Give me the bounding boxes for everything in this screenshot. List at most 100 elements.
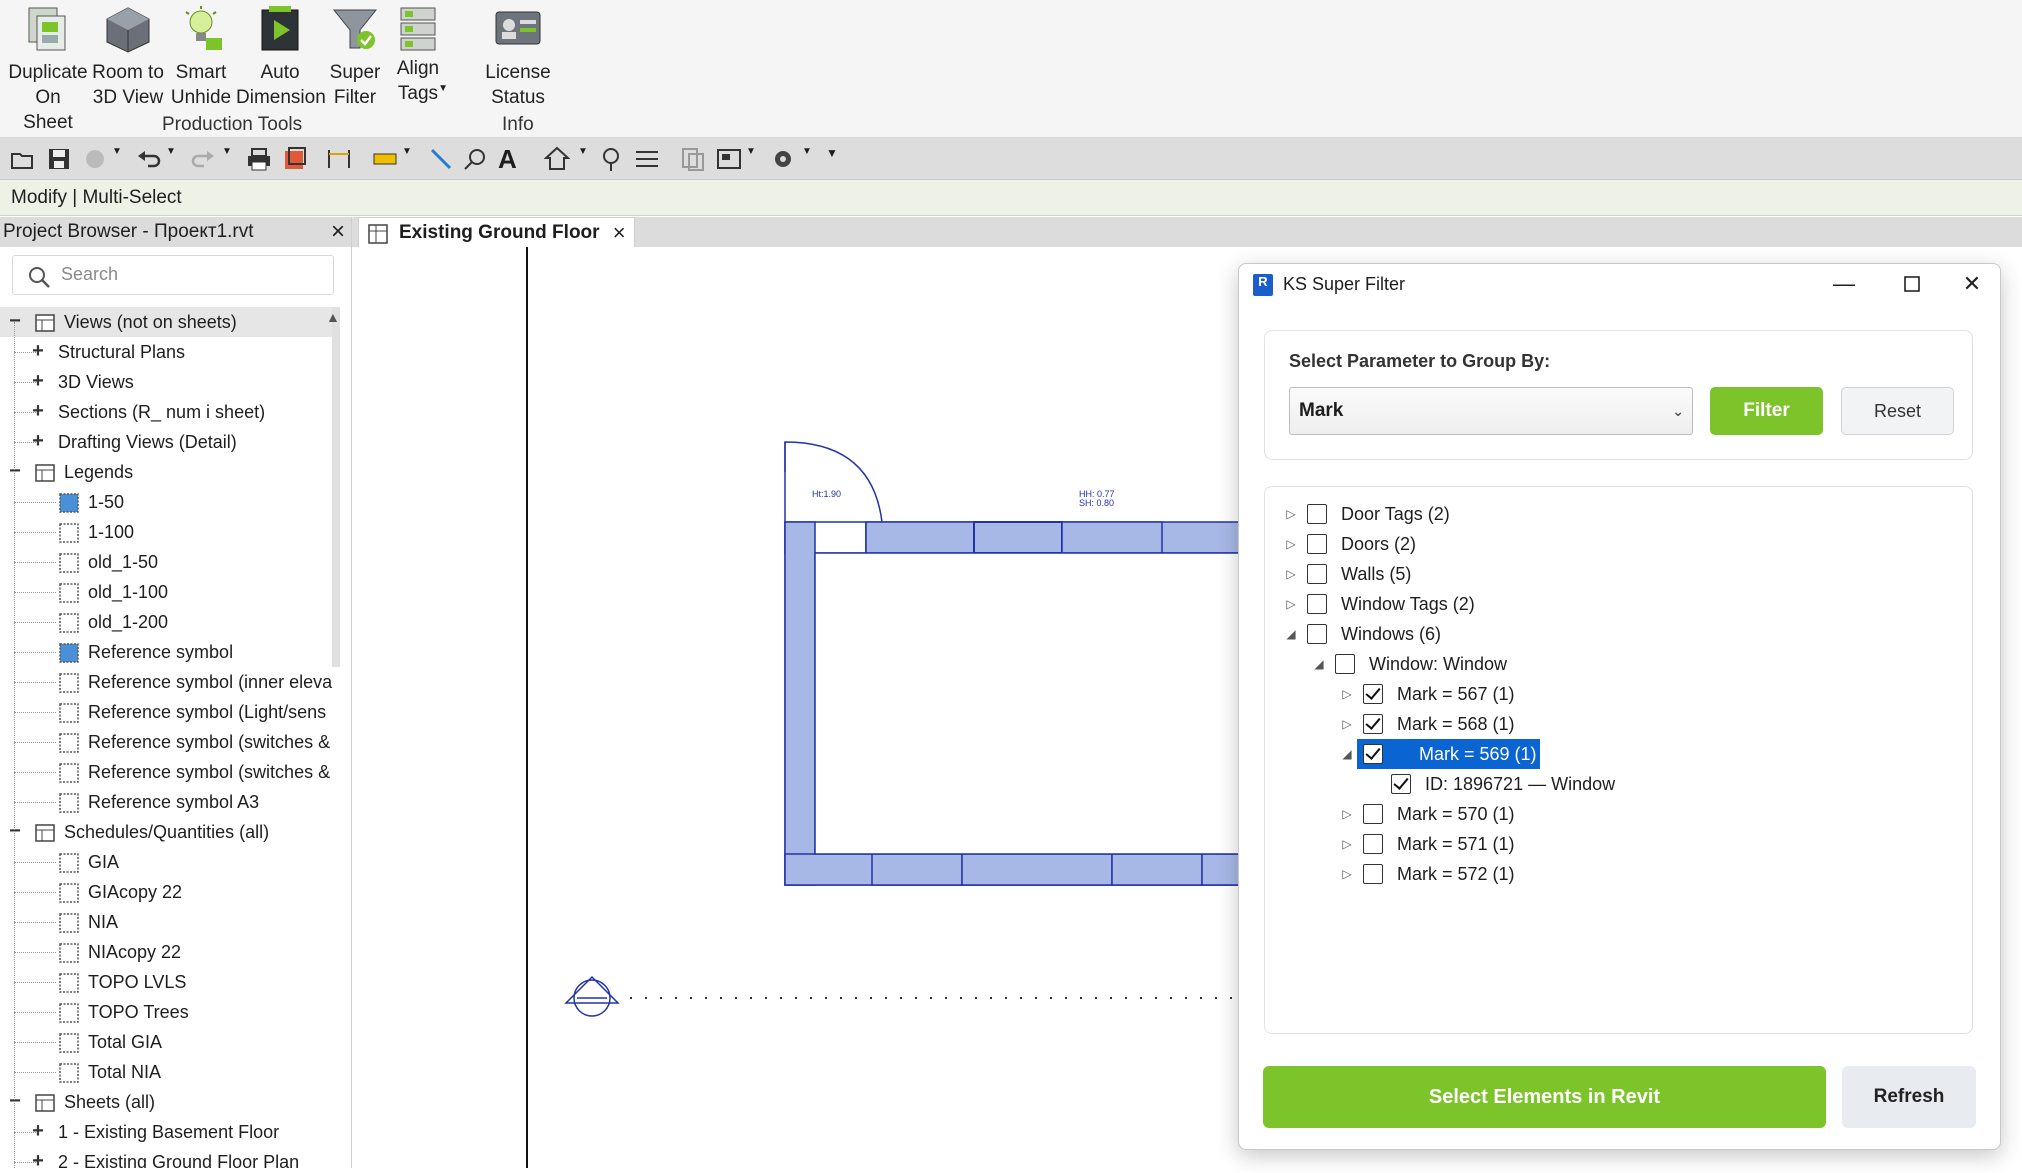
tree-item[interactable]: Total GIA	[0, 1027, 336, 1057]
expand-arrow-icon[interactable]: ▷	[1341, 799, 1353, 829]
tree-item[interactable]: TOPO Trees	[0, 997, 336, 1027]
tree-item[interactable]: + Sections (R_ num i sheet)	[0, 397, 336, 427]
checkbox[interactable]	[1307, 504, 1327, 524]
customize-toolbar-icon[interactable]: ▼	[826, 146, 844, 172]
tab-existing-ground-floor[interactable]: Existing Ground Floor ×	[358, 217, 635, 247]
checkbox[interactable]	[1363, 714, 1383, 734]
group-by-dropdown[interactable]: Mark ⌄	[1289, 387, 1693, 435]
select-elements-button[interactable]: Select Elements in Revit	[1263, 1066, 1826, 1128]
collapse-toggle-icon[interactable]: −	[8, 817, 22, 847]
scrollbar[interactable]	[332, 307, 340, 667]
sync-icon[interactable]	[82, 146, 108, 172]
filter-tree-row[interactable]: ▷ Door Tags (2)	[1285, 499, 1885, 529]
expand-toggle-icon[interactable]: +	[31, 427, 45, 457]
super-filter-button[interactable]: Super Filter	[328, 4, 382, 110]
checkbox[interactable]	[1363, 804, 1383, 824]
close-icon[interactable]: ×	[331, 217, 345, 247]
tree-item[interactable]: Reference symbol (switches &	[0, 727, 336, 757]
tree-item[interactable]: + Structural Plans	[0, 337, 336, 367]
expand-arrow-icon[interactable]: ▷	[1341, 829, 1353, 859]
filter-tree-row[interactable]: ◢ Windows (6)	[1285, 619, 1885, 649]
ruler-icon[interactable]	[372, 146, 398, 172]
expand-toggle-icon[interactable]: +	[31, 367, 45, 397]
filter-tree-row[interactable]: ID: 1896721 — Window	[1369, 769, 1969, 799]
checkbox[interactable]	[1335, 654, 1355, 674]
tree-item[interactable]: +3D Views	[0, 367, 336, 397]
close-hidden-icon[interactable]	[680, 146, 706, 172]
filter-tree-row[interactable]: ▷ Mark = 571 (1)	[1341, 829, 1941, 859]
chevron-down-icon[interactable]: ▼	[802, 146, 816, 172]
tree-item[interactable]: − Sheets (all)	[0, 1087, 336, 1117]
chevron-down-icon[interactable]: ▼	[578, 146, 592, 172]
tree-item[interactable]: Reference symbol (inner eleva	[0, 667, 336, 697]
expand-arrow-icon[interactable]: ▷	[1341, 859, 1353, 889]
duplicate-on-sheet-button[interactable]: Duplicate On Sheet	[8, 4, 88, 135]
tree-item[interactable]: +1 - Existing Basement Floor	[0, 1117, 336, 1147]
filter-tree-row[interactable]: ◢ Window: Window	[1313, 649, 1913, 679]
filter-button[interactable]: Filter	[1710, 387, 1823, 435]
settings-icon[interactable]	[770, 146, 796, 172]
checkbox[interactable]	[1307, 534, 1327, 554]
chevron-down-icon[interactable]: ▼	[166, 146, 180, 172]
pin-icon[interactable]	[598, 146, 624, 172]
sheet-list-icon[interactable]	[282, 146, 308, 172]
checkbox[interactable]	[1363, 834, 1383, 854]
tree-item[interactable]: NIA	[0, 907, 336, 937]
collapse-arrow-icon[interactable]: ◢	[1313, 649, 1325, 679]
checkbox[interactable]	[1307, 594, 1327, 614]
collapse-toggle-icon[interactable]: −	[8, 307, 22, 337]
filter-tree-row[interactable]: ▷ Mark = 570 (1)	[1341, 799, 1941, 829]
tree-item[interactable]: 1-50	[0, 487, 336, 517]
expand-toggle-icon[interactable]: +	[31, 337, 45, 367]
tree-item[interactable]: TOPO LVLS	[0, 967, 336, 997]
chevron-down-icon[interactable]: ▼	[438, 76, 448, 101]
chevron-down-icon[interactable]: ▼	[746, 146, 760, 172]
tree-item[interactable]: − Legends	[0, 457, 336, 487]
close-icon[interactable]: ×	[613, 218, 626, 248]
tree-item[interactable]: Reference symbol (switches &	[0, 757, 336, 787]
expand-arrow-icon[interactable]: ▷	[1285, 589, 1297, 619]
expand-arrow-icon[interactable]: ▷	[1341, 709, 1353, 739]
chevron-down-icon[interactable]: ▼	[112, 146, 126, 172]
tree-item[interactable]: Reference symbol (Light/sens	[0, 697, 336, 727]
collapse-toggle-icon[interactable]: −	[8, 457, 22, 487]
expand-toggle-icon[interactable]: +	[31, 397, 45, 427]
filter-tree-row[interactable]: ▷ Mark = 568 (1)	[1341, 709, 1941, 739]
tree-item[interactable]: old_1-50	[0, 547, 336, 577]
undo-icon[interactable]	[136, 146, 162, 172]
open-icon[interactable]	[10, 146, 36, 172]
search-box[interactable]	[12, 255, 334, 295]
filter-tree-row[interactable]: ▷ Mark = 572 (1)	[1341, 859, 1941, 889]
tree-item[interactable]: old_1-200	[0, 607, 336, 637]
filter-tree-row[interactable]: ▷ Walls (5)	[1285, 559, 1885, 589]
dialog-titlebar[interactable]: R KS Super Filter — ✕	[1239, 264, 2000, 304]
tree-item[interactable]: Reference symbol	[0, 637, 336, 667]
tree-item[interactable]: 1-100	[0, 517, 336, 547]
home-icon[interactable]	[543, 146, 571, 172]
collapse-arrow-icon[interactable]: ◢	[1341, 739, 1353, 769]
chevron-down-icon[interactable]: ▼	[222, 146, 236, 172]
checkbox[interactable]	[1363, 864, 1383, 884]
aligned-dimension-icon[interactable]	[428, 146, 454, 172]
expand-toggle-icon[interactable]: +	[31, 1147, 45, 1168]
expand-toggle-icon[interactable]: +	[31, 1117, 45, 1147]
tree-item[interactable]: Reference symbol A3	[0, 787, 336, 817]
tree-item[interactable]: GIAcopy 22	[0, 877, 336, 907]
tree-item[interactable]: +2 - Existing Ground Floor Plan	[0, 1147, 336, 1168]
expand-arrow-icon[interactable]: ▷	[1285, 529, 1297, 559]
scroll-up-arrow-icon[interactable]: ▲	[326, 309, 340, 325]
maximize-icon[interactable]	[1887, 264, 1937, 304]
checkbox[interactable]	[1363, 744, 1383, 764]
filter-tree-row[interactable]: ▷ Window Tags (2)	[1285, 589, 1885, 619]
filter-tree-row[interactable]: ◢ Mark = 569 (1)	[1341, 739, 1941, 769]
save-icon[interactable]	[46, 146, 72, 172]
text-icon[interactable]: A	[498, 146, 524, 172]
refresh-button[interactable]: Refresh	[1842, 1066, 1976, 1128]
search-input[interactable]	[61, 264, 321, 285]
tree-item[interactable]: − Schedules/Quantities (all)	[0, 817, 336, 847]
expand-arrow-icon[interactable]: ▷	[1285, 499, 1297, 529]
tree-item[interactable]: old_1-100	[0, 577, 336, 607]
license-status-button[interactable]: License Status	[462, 4, 574, 110]
checkbox[interactable]	[1307, 564, 1327, 584]
reset-button[interactable]: Reset	[1841, 387, 1954, 435]
